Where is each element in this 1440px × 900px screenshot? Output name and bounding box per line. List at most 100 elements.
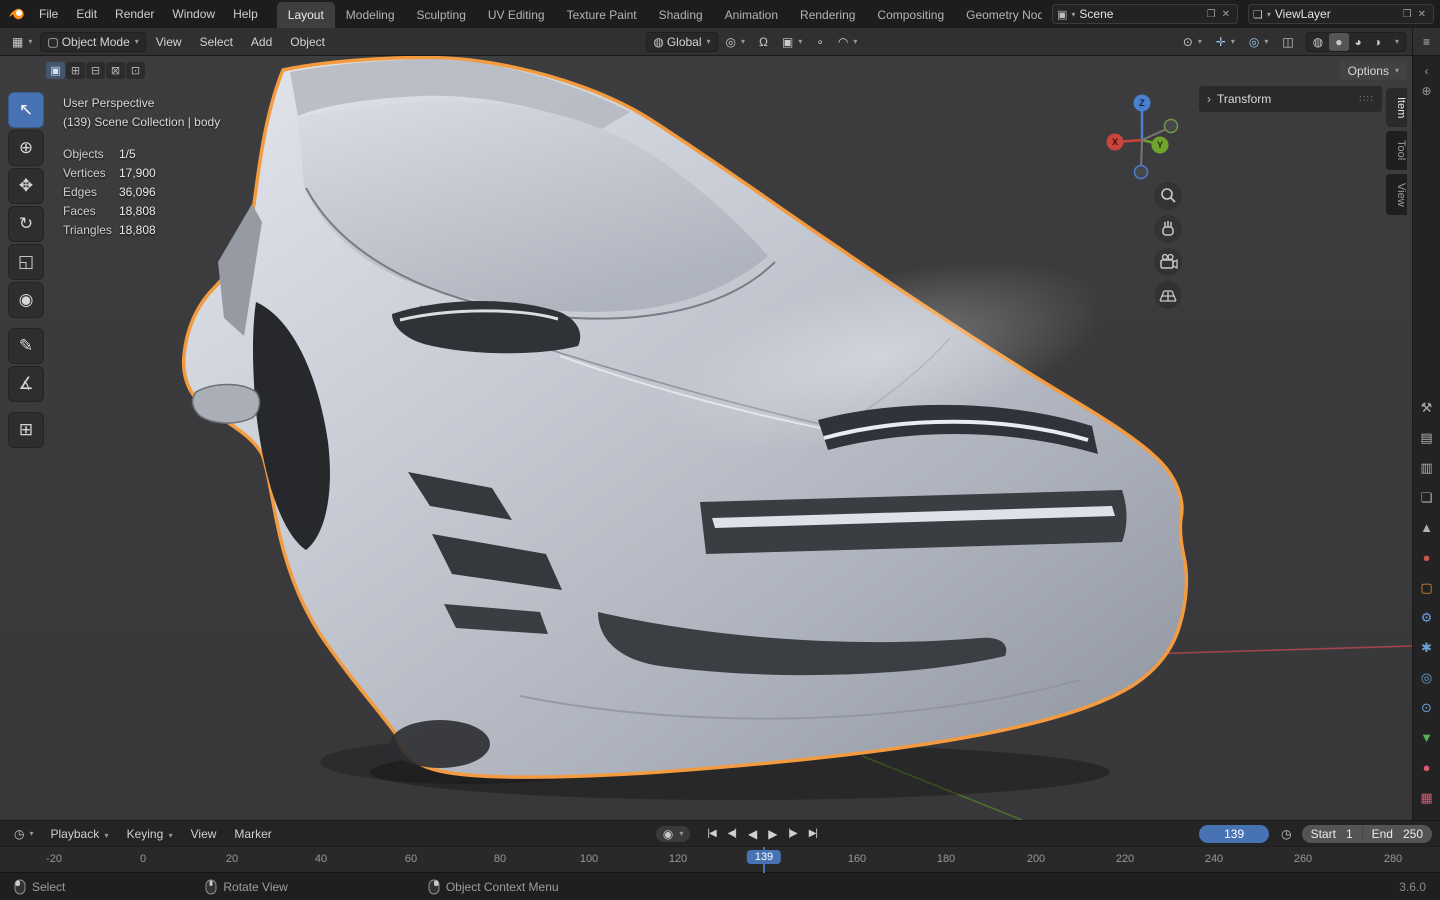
menu-object[interactable]: Object — [282, 32, 333, 52]
axis-neg-z[interactable] — [1133, 164, 1149, 180]
select-mode-invert[interactable]: ⊠ — [106, 62, 125, 79]
unlink-scene-icon[interactable]: ✕ — [1219, 9, 1233, 20]
snap-settings-dropdown[interactable]: ▣ ▾ — [776, 33, 808, 51]
snap-toggle[interactable]: Ω — [753, 33, 774, 51]
mode-dropdown[interactable]: ▢ Object Mode ▾ — [40, 31, 146, 52]
editor-type-button[interactable]: ▦ ▾ — [6, 33, 38, 51]
menu-file[interactable]: File — [30, 0, 67, 28]
tab-world[interactable]: ● — [1423, 550, 1431, 566]
menu-playback[interactable]: Playback ▾ — [44, 825, 116, 843]
menu-add[interactable]: Add — [243, 32, 280, 52]
tab-render[interactable]: ▤ — [1420, 430, 1432, 446]
overlays-toggle[interactable]: ◎ ▾ — [1243, 33, 1275, 51]
tab-scene[interactable]: ▲ — [1420, 520, 1433, 536]
tool-annotate[interactable]: ✎ — [8, 328, 44, 364]
jump-to-start-button[interactable]: |◀ — [702, 826, 720, 841]
zoom-button[interactable] — [1154, 182, 1182, 210]
navigation-gizmo[interactable]: Z X Y — [1102, 92, 1186, 186]
tab-object-data[interactable]: ▼ — [1420, 730, 1433, 746]
new-viewlayer-icon[interactable]: ❐ — [1400, 9, 1415, 20]
viewlayer-selector[interactable]: ❏ ▾ ViewLayer ❐ ✕ — [1248, 4, 1434, 24]
sidebar-tab-item[interactable]: Item — [1386, 88, 1407, 128]
jump-to-end-button[interactable]: ▶| — [804, 826, 822, 841]
car-model[interactable] — [181, 56, 1189, 779]
viewlayer-name[interactable]: ViewLayer — [1271, 7, 1400, 21]
tab-material[interactable]: ● — [1423, 760, 1431, 776]
menu-select[interactable]: Select — [192, 32, 241, 52]
object-visibility-dropdown[interactable]: ⊙ ▾ — [1177, 33, 1208, 51]
workspace-tab-shading[interactable]: Shading — [648, 2, 714, 28]
workspace-tab-layout[interactable]: Layout — [276, 2, 335, 28]
workspace-tab-geometry-nodes[interactable]: Geometry Nodes — [955, 2, 1042, 28]
menu-help[interactable]: Help — [224, 0, 267, 28]
shading-wireframe-button[interactable]: ◍ — [1307, 33, 1329, 51]
menu-render[interactable]: Render — [106, 0, 163, 28]
tool-cursor[interactable]: ⊕ — [8, 130, 44, 166]
tab-view-layer[interactable]: ❏ — [1421, 490, 1433, 506]
menu-view[interactable]: View — [148, 32, 190, 52]
workspace-tab-modeling[interactable]: Modeling — [335, 2, 406, 28]
transform-orientation-dropdown[interactable]: ◍ Global ▾ — [646, 31, 718, 52]
tool-add-cube[interactable]: ⊞ — [8, 412, 44, 448]
shading-solid-button[interactable]: ● — [1329, 32, 1349, 51]
proportional-editing-toggle[interactable]: ∘ — [810, 33, 830, 51]
timeline-ruler[interactable]: -20 0 20 40 60 80 100 120 160 180 200 22… — [0, 846, 1440, 873]
workspace-tab-compositing[interactable]: Compositing — [866, 2, 955, 28]
prev-keyframe-button[interactable]: ◀| — [723, 826, 741, 841]
current-frame-field[interactable]: 139 — [1199, 824, 1270, 843]
shading-material-button[interactable]: ◕ — [1349, 33, 1368, 51]
menu-edit[interactable]: Edit — [67, 0, 106, 28]
workspace-tab-rendering[interactable]: Rendering — [789, 2, 866, 28]
auto-keying-toggle[interactable]: ◉ ▾ — [655, 825, 691, 842]
tool-measure[interactable]: ∡ — [8, 366, 44, 402]
tool-scale[interactable]: ◱ — [8, 244, 44, 280]
select-mode-intersect[interactable]: ⊡ — [126, 62, 145, 79]
falloff-dropdown[interactable]: ◠ ▾ — [832, 33, 864, 51]
remove-viewlayer-icon[interactable]: ✕ — [1415, 9, 1429, 20]
workspace-tab-animation[interactable]: Animation — [714, 2, 789, 28]
tab-object[interactable]: ▢ — [1420, 580, 1432, 596]
3d-viewport[interactable]: ▣ ⊞ ⊟ ⊠ ⊡ ↖ ⊕ ✥ ↻ ◱ ◉ ✎ ∡ ⊞ User Perspec… — [0, 56, 1412, 820]
blender-logo-icon[interactable] — [6, 4, 28, 24]
workspace-tab-texture-paint[interactable]: Texture Paint — [556, 2, 648, 28]
add-icon[interactable]: ⊕ — [1421, 84, 1431, 98]
pan-button[interactable] — [1154, 215, 1182, 243]
transform-panel-header[interactable]: › Transform ∷∷ — [1199, 86, 1382, 112]
workspace-tab-sculpting[interactable]: Sculpting — [406, 2, 477, 28]
camera-view-button[interactable] — [1154, 248, 1182, 276]
axis-neg-y[interactable] — [1163, 118, 1179, 134]
next-keyframe-button[interactable]: |▶ — [783, 826, 801, 841]
tool-transform[interactable]: ◉ — [8, 282, 44, 318]
tool-select-box[interactable]: ↖ — [8, 92, 44, 128]
collapse-arrow-icon[interactable]: ‹ — [1425, 64, 1429, 78]
tab-output[interactable]: ▥ — [1420, 460, 1432, 476]
pivot-point-dropdown[interactable]: ◎ ▾ — [720, 33, 752, 51]
start-frame-field[interactable]: Start 1 — [1301, 824, 1362, 843]
play-reverse-button[interactable]: ◀ — [743, 825, 761, 843]
tab-tool[interactable]: ⚒ — [1421, 400, 1433, 416]
play-button[interactable]: ▶ — [763, 825, 781, 843]
end-frame-field[interactable]: End 250 — [1361, 824, 1433, 843]
properties-editor-header[interactable]: ≡ — [1413, 28, 1440, 56]
toggle-ortho-button[interactable] — [1154, 281, 1182, 309]
playhead[interactable]: 139 — [746, 850, 782, 864]
tab-constraints[interactable]: ⊙ — [1421, 700, 1432, 716]
shading-rendered-button[interactable]: ◑ — [1368, 33, 1387, 51]
sidebar-tab-view[interactable]: View — [1386, 173, 1407, 216]
tool-rotate[interactable]: ↻ — [8, 206, 44, 242]
scene-name[interactable]: Scene — [1075, 7, 1203, 21]
options-button[interactable]: Options ▾ — [1339, 61, 1407, 80]
timeline-editor-type-button[interactable]: ◷ ▾ — [8, 825, 40, 843]
menu-keying[interactable]: Keying ▾ — [120, 825, 180, 843]
tab-particles[interactable]: ✱ — [1421, 640, 1432, 656]
gizmos-toggle[interactable]: ✛ ▾ — [1210, 33, 1241, 51]
new-scene-icon[interactable]: ❐ — [1204, 9, 1219, 20]
tab-texture[interactable]: ▦ — [1420, 790, 1432, 806]
menu-marker[interactable]: Marker — [227, 825, 278, 843]
scene-selector[interactable]: ▣ ▾ Scene ❐ ✕ — [1052, 4, 1238, 24]
menu-timeline-view[interactable]: View — [184, 825, 224, 843]
sidebar-tab-tool[interactable]: Tool — [1386, 131, 1407, 170]
tab-physics[interactable]: ◎ — [1421, 670, 1432, 686]
xray-toggle[interactable]: ◫ — [1276, 33, 1299, 51]
tool-move[interactable]: ✥ — [8, 168, 44, 204]
